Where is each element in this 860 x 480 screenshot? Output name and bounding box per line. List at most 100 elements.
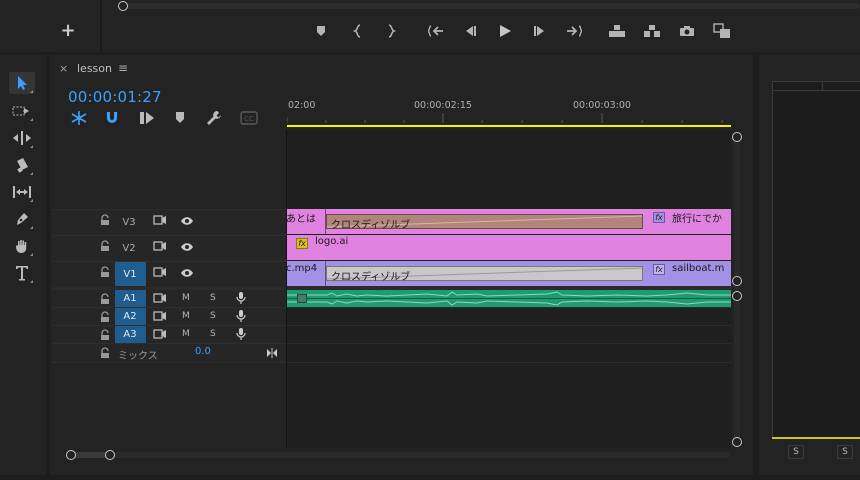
play-icon[interactable] <box>494 21 516 41</box>
work-area-bar[interactable] <box>287 125 731 127</box>
track-header-a2 <box>52 308 286 326</box>
track-target-a1[interactable]: A1 <box>115 289 145 307</box>
row-line <box>287 343 731 344</box>
track-select-icon[interactable] <box>9 100 35 122</box>
horizontal-scroll-thumb[interactable] <box>70 452 110 458</box>
panel-menu-button[interactable]: ≡ <box>118 61 128 75</box>
marker-icon[interactable] <box>310 21 332 41</box>
toggle-sync-lock-icon[interactable] <box>153 293 167 303</box>
scrub-handle[interactable] <box>118 1 128 11</box>
slip-icon[interactable] <box>9 181 35 203</box>
camera-icon[interactable] <box>676 21 698 41</box>
add-marker-icon[interactable] <box>174 111 186 125</box>
toggle-sync-lock-icon[interactable] <box>153 267 167 277</box>
solo-channel-button[interactable]: S <box>788 445 804 459</box>
fx-badge[interactable]: fx <box>653 212 665 223</box>
toggle-sync-lock-icon[interactable] <box>153 215 167 225</box>
eye-icon[interactable] <box>180 216 194 226</box>
lock-icon[interactable] <box>100 347 110 359</box>
mute-button[interactable]: M <box>182 311 190 321</box>
track-target-v3[interactable]: V3 <box>114 212 144 232</box>
type-icon[interactable] <box>9 262 35 284</box>
track-target-v1[interactable]: V1 <box>115 264 145 284</box>
toggle-sync-lock-icon[interactable] <box>153 311 167 321</box>
audio-clip-a1[interactable] <box>287 290 731 307</box>
go-to-edit-point-icon[interactable] <box>266 348 278 358</box>
wrench-icon[interactable] <box>206 110 222 126</box>
transition-label: クロスディゾルブ <box>331 220 411 231</box>
clip-v3-left-name: あとは <box>286 214 316 225</box>
track-target-a2[interactable]: A2 <box>115 307 145 325</box>
lock-icon[interactable] <box>100 240 110 252</box>
horizontal-scroll-handle-left[interactable] <box>66 450 76 460</box>
solo-button[interactable]: S <box>210 311 216 321</box>
track-target-v2[interactable]: V2 <box>114 238 144 258</box>
nest-sequence-icon[interactable] <box>70 110 88 126</box>
lock-icon[interactable] <box>100 329 110 341</box>
mark-in-icon[interactable] <box>347 21 369 41</box>
captions-icon[interactable]: CC <box>240 111 258 125</box>
step-back-icon[interactable] <box>459 21 481 41</box>
vertical-scroll-handle-bottom[interactable] <box>732 276 742 286</box>
lock-icon[interactable] <box>100 266 110 278</box>
mix-track-header <box>52 344 286 363</box>
microphone-icon[interactable] <box>236 291 246 305</box>
compare-icon[interactable] <box>711 21 733 41</box>
solo-button[interactable]: S <box>210 329 216 339</box>
horizontal-scroll-track[interactable] <box>66 452 730 458</box>
step-forward-icon[interactable] <box>529 21 551 41</box>
audio-scroll-handle-top[interactable] <box>732 291 742 301</box>
ripple-edit-icon[interactable] <box>9 127 35 149</box>
eye-icon[interactable] <box>180 242 194 252</box>
lock-icon[interactable] <box>100 311 110 323</box>
audio-scroll-handle-bottom[interactable] <box>732 437 742 447</box>
go-to-in-icon[interactable] <box>425 21 447 41</box>
toggle-sync-lock-icon[interactable] <box>153 329 167 339</box>
scrub-bar[interactable] <box>118 3 860 9</box>
pen-icon[interactable] <box>9 208 35 230</box>
selection-tool-icon[interactable] <box>9 72 35 94</box>
track-target-a3[interactable]: A3 <box>115 325 145 343</box>
row-line <box>287 325 731 326</box>
fx-badge[interactable]: fx <box>296 238 308 249</box>
solo-channel-button[interactable]: S <box>837 445 853 459</box>
audio-scroll-track[interactable] <box>734 296 740 443</box>
track-header-a3 <box>52 326 286 344</box>
mute-button[interactable]: M <box>182 293 190 303</box>
horizontal-scroll-handle-right[interactable] <box>105 450 115 460</box>
hand-icon[interactable] <box>9 235 35 257</box>
lift-icon[interactable] <box>606 21 628 41</box>
microphone-icon[interactable] <box>236 309 246 323</box>
linked-selection-icon[interactable] <box>138 110 156 126</box>
lock-icon[interactable] <box>100 293 110 305</box>
close-tab-button[interactable]: × <box>59 62 68 75</box>
audio-fx-badge-icon[interactable] <box>297 294 307 303</box>
clip-v2[interactable] <box>287 235 731 260</box>
razor-icon[interactable] <box>9 154 35 176</box>
mark-out-icon[interactable] <box>380 21 402 41</box>
toggle-sync-lock-icon[interactable] <box>153 241 167 251</box>
audio-meter-frame <box>772 81 860 439</box>
eye-icon[interactable] <box>180 268 194 278</box>
go-to-out-icon[interactable] <box>563 21 585 41</box>
clip-v2-name: logo.ai <box>315 236 349 247</box>
audio-meter-baseline <box>772 437 860 439</box>
mute-button[interactable]: M <box>182 329 190 339</box>
snap-icon[interactable] <box>105 110 119 126</box>
extract-icon[interactable] <box>641 21 663 41</box>
sequence-tab-title[interactable]: lesson <box>77 62 112 75</box>
vertical-scroll-track[interactable] <box>734 136 740 291</box>
time-ruler[interactable] <box>287 95 733 129</box>
ruler-tick-label: 00:00:02:15 <box>414 100 472 111</box>
playhead-timecode[interactable]: 00:00:01:27 <box>68 88 162 106</box>
vertical-scroll-handle-top[interactable] <box>732 132 742 142</box>
add-button[interactable]: + <box>60 21 76 41</box>
lock-icon[interactable] <box>100 214 110 226</box>
mix-volume-value[interactable]: 0.0 <box>195 346 211 357</box>
microphone-icon[interactable] <box>236 327 246 341</box>
ruler-tick-label: 00:00:03:00 <box>573 100 631 111</box>
solo-button[interactable]: S <box>210 293 216 303</box>
fx-badge[interactable]: fx <box>653 264 665 275</box>
ruler-ticks <box>287 113 731 123</box>
row-line <box>287 307 731 308</box>
